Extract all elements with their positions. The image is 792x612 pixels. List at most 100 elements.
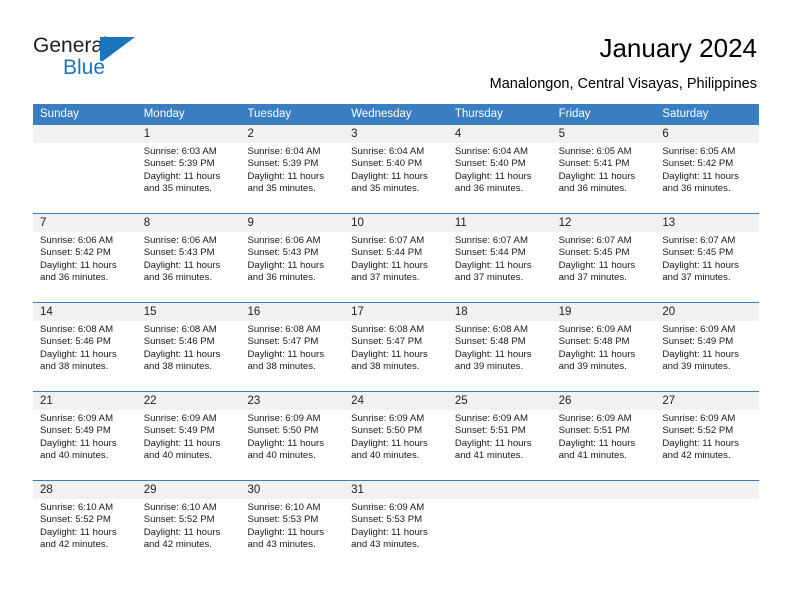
calendar-day-cell[interactable]: 13 Sunrise: 6:07 AM Sunset: 5:45 PM Dayligh… — [655, 214, 760, 302]
calendar-day-cell[interactable]: 2 Sunrise: 6:04 AM Sunset: 5:39 PM Daylight… — [240, 125, 345, 213]
calendar-week-row: 28 Sunrise: 6:10 AM Sunset: 5:52 PM Dayligh… — [33, 480, 760, 569]
daylight-text-line2: and 39 minutes. — [662, 361, 731, 373]
sunrise-text: Sunrise: 6:09 AM — [40, 413, 114, 424]
daylight-text-line2: and 36 minutes. — [40, 272, 109, 284]
daylight-text-line1: Daylight: 11 hours — [558, 348, 636, 360]
day-sun-info: Sunrise: 6:07 AM Sunset: 5:45 PM Daylight:… — [655, 232, 759, 285]
daylight-text-line1: Daylight: 11 hours — [143, 437, 221, 449]
calendar-day-cell[interactable]: 31 Sunrise: 6:09 AM Sunset: 5:53 PM Dayligh… — [344, 481, 448, 569]
day-number: 5 — [551, 125, 656, 143]
calendar-day-cell[interactable]: 9 Sunrise: 6:06 AM Sunset: 5:43 PM Daylight… — [240, 214, 345, 302]
day-sun-info: Sunrise: 6:09 AM Sunset: 5:49 PM Daylight:… — [655, 321, 759, 374]
calendar-day-cell[interactable]: 22 Sunrise: 6:09 AM Sunset: 5:49 PM Dayligh… — [136, 392, 241, 480]
daylight-text-line2: and 41 minutes. — [454, 450, 524, 462]
calendar-day-cell[interactable]: 30 Sunrise: 6:10 AM Sunset: 5:53 PM Dayligh… — [240, 481, 345, 569]
day-sun-info: Sunrise: 6:03 AM Sunset: 5:39 PM Daylight:… — [137, 143, 241, 196]
sunrise-text: Sunrise: 6:05 AM — [662, 146, 736, 157]
calendar-day-cell-empty — [551, 481, 656, 569]
weekday-header-thursday: Thursday — [454, 108, 503, 120]
sunset-text: Sunset: 5:52 PM — [143, 514, 215, 526]
calendar-day-cell[interactable]: 6 Sunrise: 6:05 AM Sunset: 5:42 PM Daylight… — [655, 125, 760, 213]
day-sun-info: Sunrise: 6:09 AM Sunset: 5:49 PM Daylight:… — [137, 410, 241, 463]
page-header: General Blue January 2024 Manalongon, Ce… — [0, 0, 792, 100]
daylight-text-line2: and 36 minutes. — [558, 183, 627, 195]
calendar-day-cell[interactable]: 28 Sunrise: 6:10 AM Sunset: 5:52 PM Dayligh… — [33, 481, 137, 569]
day-number: 28 — [33, 481, 137, 499]
daylight-text-line1: Daylight: 11 hours — [143, 170, 221, 182]
sunset-text: Sunset: 5:53 PM — [351, 514, 423, 526]
weekday-header-saturday: Saturday — [662, 108, 709, 120]
day-number — [551, 481, 656, 499]
calendar-day-cell[interactable]: 12 Sunrise: 6:07 AM Sunset: 5:45 PM Dayligh… — [551, 214, 656, 302]
day-number: 26 — [551, 392, 656, 410]
sunset-text: Sunset: 5:48 PM — [558, 336, 630, 348]
daylight-text-line2: and 38 minutes. — [40, 361, 109, 373]
daylight-text-line1: Daylight: 11 hours — [662, 259, 739, 271]
daylight-text-line2: and 37 minutes. — [558, 272, 627, 284]
logo-text-blue: Blue — [63, 56, 106, 79]
sunset-text: Sunset: 5:39 PM — [247, 158, 319, 170]
daylight-text-line1: Daylight: 11 hours — [351, 170, 428, 182]
daylight-text-line2: and 37 minutes. — [454, 272, 524, 284]
calendar-day-cell[interactable]: 4 Sunrise: 6:04 AM Sunset: 5:40 PM Daylight… — [447, 125, 552, 213]
day-number: 4 — [447, 125, 552, 143]
day-number: 7 — [33, 214, 137, 232]
calendar-day-cell[interactable]: 3 Sunrise: 6:04 AM Sunset: 5:40 PM Daylight… — [344, 125, 448, 213]
day-sun-info: Sunrise: 6:07 AM Sunset: 5:44 PM Daylight:… — [448, 232, 552, 285]
calendar-day-cell[interactable]: 18 Sunrise: 6:08 AM Sunset: 5:48 PM Dayligh… — [447, 303, 552, 391]
sunrise-text: Sunrise: 6:08 AM — [351, 324, 425, 335]
daylight-text-line2: and 39 minutes. — [454, 361, 524, 373]
calendar-day-cell[interactable]: 10 Sunrise: 6:07 AM Sunset: 5:44 PM Dayligh… — [344, 214, 448, 302]
calendar-day-cell[interactable]: 27 Sunrise: 6:09 AM Sunset: 5:52 PM Dayligh… — [655, 392, 760, 480]
calendar-day-cell[interactable]: 1 Sunrise: 6:03 AM Sunset: 5:39 PM Daylight… — [136, 125, 241, 213]
page-subtitle: Manalongon, Central Visayas, Philippines — [489, 76, 757, 92]
calendar-day-cell[interactable]: 11 Sunrise: 6:07 AM Sunset: 5:44 PM Dayligh… — [447, 214, 552, 302]
calendar-day-cell[interactable]: 23 Sunrise: 6:09 AM Sunset: 5:50 PM Dayligh… — [240, 392, 345, 480]
day-number: 11 — [447, 214, 552, 232]
calendar-day-cell[interactable]: 25 Sunrise: 6:09 AM Sunset: 5:51 PM Dayligh… — [447, 392, 552, 480]
daylight-text-line2: and 42 minutes. — [662, 450, 731, 462]
day-number: 17 — [344, 303, 448, 321]
daylight-text-line2: and 40 minutes. — [351, 450, 420, 462]
sunset-text: Sunset: 5:41 PM — [558, 158, 630, 170]
calendar-day-cell[interactable]: 24 Sunrise: 6:09 AM Sunset: 5:50 PM Dayligh… — [344, 392, 448, 480]
calendar-day-cell[interactable]: 21 Sunrise: 6:09 AM Sunset: 5:49 PM Dayligh… — [33, 392, 137, 480]
weekday-header-sunday: Sunday — [40, 108, 80, 120]
daylight-text-line1: Daylight: 11 hours — [454, 348, 532, 360]
calendar-day-cell[interactable]: 14 Sunrise: 6:08 AM Sunset: 5:46 PM Dayligh… — [33, 303, 137, 391]
calendar-day-cell[interactable]: 8 Sunrise: 6:06 AM Sunset: 5:43 PM Daylight… — [136, 214, 241, 302]
daylight-text-line2: and 38 minutes. — [247, 361, 316, 373]
daylight-text-line1: Daylight: 11 hours — [247, 526, 325, 538]
calendar-day-cell[interactable]: 26 Sunrise: 6:09 AM Sunset: 5:51 PM Dayligh… — [551, 392, 656, 480]
day-number: 3 — [344, 125, 448, 143]
day-sun-info: Sunrise: 6:05 AM Sunset: 5:41 PM Daylight:… — [552, 143, 656, 196]
day-sun-info: Sunrise: 6:07 AM Sunset: 5:45 PM Daylight:… — [552, 232, 656, 285]
calendar-day-cell[interactable]: 17 Sunrise: 6:08 AM Sunset: 5:47 PM Dayligh… — [344, 303, 448, 391]
day-sun-info: Sunrise: 6:09 AM Sunset: 5:48 PM Daylight:… — [552, 321, 656, 374]
calendar-day-cell[interactable]: 5 Sunrise: 6:05 AM Sunset: 5:41 PM Daylight… — [551, 125, 656, 213]
daylight-text-line2: and 43 minutes. — [247, 539, 316, 551]
daylight-text-line1: Daylight: 11 hours — [40, 437, 117, 449]
day-number — [655, 481, 760, 499]
sunrise-text: Sunrise: 6:08 AM — [143, 324, 217, 335]
sunrise-text: Sunrise: 6:08 AM — [454, 324, 528, 335]
calendar-week-row: 21 Sunrise: 6:09 AM Sunset: 5:49 PM Dayligh… — [33, 391, 760, 480]
day-sun-info: Sunrise: 6:09 AM Sunset: 5:49 PM Daylight:… — [33, 410, 137, 463]
sunset-text: Sunset: 5:51 PM — [454, 425, 526, 437]
daylight-text-line1: Daylight: 11 hours — [558, 170, 636, 182]
daylight-text-line1: Daylight: 11 hours — [454, 437, 532, 449]
day-sun-info: Sunrise: 6:09 AM Sunset: 5:51 PM Daylight:… — [552, 410, 656, 463]
calendar-day-cell[interactable]: 19 Sunrise: 6:09 AM Sunset: 5:48 PM Dayligh… — [551, 303, 656, 391]
day-number: 22 — [136, 392, 241, 410]
sunrise-text: Sunrise: 6:06 AM — [143, 235, 217, 246]
general-blue-logo[interactable]: General Blue — [33, 34, 163, 84]
calendar-day-cell[interactable]: 15 Sunrise: 6:08 AM Sunset: 5:46 PM Dayligh… — [136, 303, 241, 391]
calendar-day-cell[interactable]: 29 Sunrise: 6:10 AM Sunset: 5:52 PM Dayligh… — [136, 481, 241, 569]
calendar-day-cell[interactable]: 16 Sunrise: 6:08 AM Sunset: 5:47 PM Dayligh… — [240, 303, 345, 391]
calendar-day-cell[interactable]: 7 Sunrise: 6:06 AM Sunset: 5:42 PM Daylight… — [33, 214, 137, 302]
day-sun-info: Sunrise: 6:08 AM Sunset: 5:47 PM Daylight:… — [240, 321, 344, 374]
calendar-day-cell[interactable]: 20 Sunrise: 6:09 AM Sunset: 5:49 PM Dayligh… — [655, 303, 760, 391]
day-number: 15 — [136, 303, 241, 321]
sunset-text: Sunset: 5:46 PM — [143, 336, 215, 348]
sunrise-text: Sunrise: 6:10 AM — [143, 502, 217, 513]
